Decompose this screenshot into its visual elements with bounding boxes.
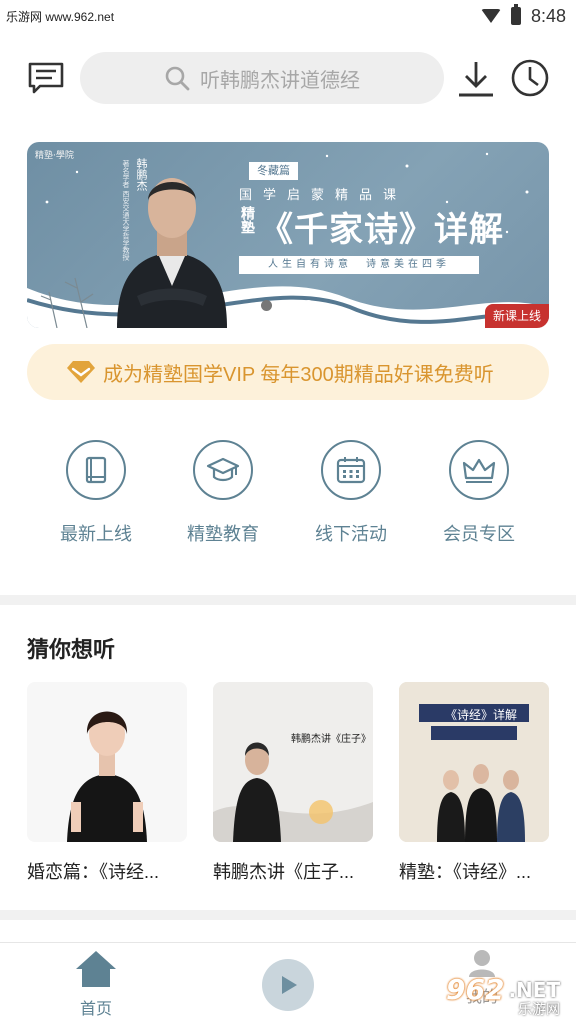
status-bar: 乐游网 www.962.net 8:48 bbox=[0, 0, 576, 32]
status-time: 8:48 bbox=[530, 5, 566, 26]
carousel-dot[interactable] bbox=[261, 300, 272, 311]
vip-promo-bar[interactable]: 成为精塾国学VIP 每年300期精品好课免费听 bbox=[27, 344, 549, 400]
card-title: 婚恋篇：《诗经... bbox=[27, 862, 160, 882]
diamond-icon bbox=[67, 361, 95, 383]
woman-portrait bbox=[27, 682, 187, 842]
recommend-card[interactable]: 《诗经》详解 精塾：《诗经》... bbox=[399, 682, 563, 884]
section-divider bbox=[0, 595, 576, 605]
bottom-tab-bar: 首页 我的 962 .NET 乐游网 bbox=[0, 942, 576, 1024]
vip-text: 成为精塾国学VIP 每年300期精品好课免费听 bbox=[103, 363, 494, 386]
top-watermark: 乐游网 www.962.net bbox=[6, 9, 115, 24]
watermark-cn: 乐游网 bbox=[518, 1002, 560, 1018]
recommend-card[interactable]: 婚恋篇：《诗经... bbox=[27, 682, 191, 884]
category-education[interactable]: 精塾教育 bbox=[163, 440, 283, 546]
banner-subtitle: 国学启蒙精品课 bbox=[239, 188, 408, 203]
category-label: 线下活动 bbox=[315, 524, 387, 544]
watermark-suffix: .NET bbox=[508, 977, 561, 1002]
graduation-cap-icon bbox=[206, 457, 240, 482]
brand-logo: 精塾·學院 bbox=[35, 151, 74, 161]
season-tag: 冬藏篇 bbox=[249, 162, 298, 180]
card-thumbnail: 韩鹏杰讲《庄子》 bbox=[213, 682, 373, 842]
play-button[interactable] bbox=[262, 959, 314, 1011]
card-thumbnail bbox=[27, 682, 187, 842]
search-placeholder: 听韩鹏杰讲道德经 bbox=[200, 69, 360, 92]
download-icon[interactable] bbox=[455, 58, 497, 100]
banner-main-title: 《千家诗》详解 bbox=[259, 210, 504, 250]
battery-icon bbox=[510, 4, 521, 25]
category-ring bbox=[193, 440, 253, 500]
thumb-caption: 《诗经》详解 bbox=[445, 708, 518, 722]
new-book-icon bbox=[85, 456, 107, 484]
carousel-dot[interactable] bbox=[282, 300, 293, 311]
calendar-icon bbox=[336, 457, 366, 484]
history-clock-icon[interactable] bbox=[510, 58, 550, 98]
promo-banner[interactable]: 精塾·學院 韩鹏杰 著名学者 西安交通大学哲学教授 冬藏篇 国学启蒙精品课 精塾… bbox=[27, 142, 549, 328]
lecture-poster bbox=[213, 682, 373, 842]
card-title: 精塾：《诗经》... bbox=[399, 862, 532, 882]
category-label: 最新上线 bbox=[60, 524, 132, 544]
category-ring bbox=[449, 440, 509, 500]
play-icon bbox=[282, 976, 297, 994]
top-header: 听韩鹏杰讲道德经 bbox=[0, 50, 576, 106]
category-nav: 最新上线 精塾教育 线下活动 会员专区 bbox=[0, 440, 576, 550]
wifi-icon bbox=[480, 9, 501, 23]
thumb-caption: 韩鹏杰讲《庄子》 bbox=[291, 734, 371, 745]
section-divider bbox=[0, 910, 576, 920]
category-new[interactable]: 最新上线 bbox=[36, 440, 156, 546]
crown-icon bbox=[462, 458, 496, 483]
watermark-number: 962 bbox=[446, 973, 505, 1006]
lecturer-title: 著名学者 西安交通大学哲学教授 bbox=[122, 160, 130, 261]
category-ring bbox=[66, 440, 126, 500]
carousel-dots bbox=[261, 300, 314, 311]
banner-slogan: 人生自有诗意 诗意美在四季 bbox=[239, 256, 479, 274]
category-label: 会员专区 bbox=[443, 524, 515, 544]
search-icon bbox=[165, 66, 190, 91]
category-member[interactable]: 会员专区 bbox=[419, 440, 539, 546]
home-icon bbox=[76, 951, 116, 987]
tab-home[interactable]: 首页 bbox=[68, 949, 124, 1019]
card-thumbnail: 《诗经》详解 bbox=[399, 682, 549, 842]
card-title: 韩鹏杰讲《庄子... bbox=[213, 862, 355, 882]
category-label: 精塾教育 bbox=[187, 524, 259, 544]
category-events[interactable]: 线下活动 bbox=[291, 440, 411, 546]
lecturer-name: 韩鹏杰 bbox=[135, 158, 148, 191]
banner-side-label: 精塾 bbox=[239, 206, 255, 234]
category-ring bbox=[321, 440, 381, 500]
section-title: 猜你想听 bbox=[27, 637, 116, 662]
status-indicators: 8:48 bbox=[480, 4, 566, 27]
search-bar[interactable]: 听韩鹏杰讲道德经 bbox=[80, 52, 444, 104]
carousel-dot[interactable] bbox=[303, 300, 314, 311]
recommend-card[interactable]: 韩鹏杰讲《庄子》 韩鹏杰讲《庄子... bbox=[213, 682, 377, 884]
message-icon[interactable] bbox=[26, 58, 66, 98]
tab-home-label: 首页 bbox=[79, 1001, 112, 1018]
new-course-badge: 新课上线 bbox=[484, 304, 549, 328]
